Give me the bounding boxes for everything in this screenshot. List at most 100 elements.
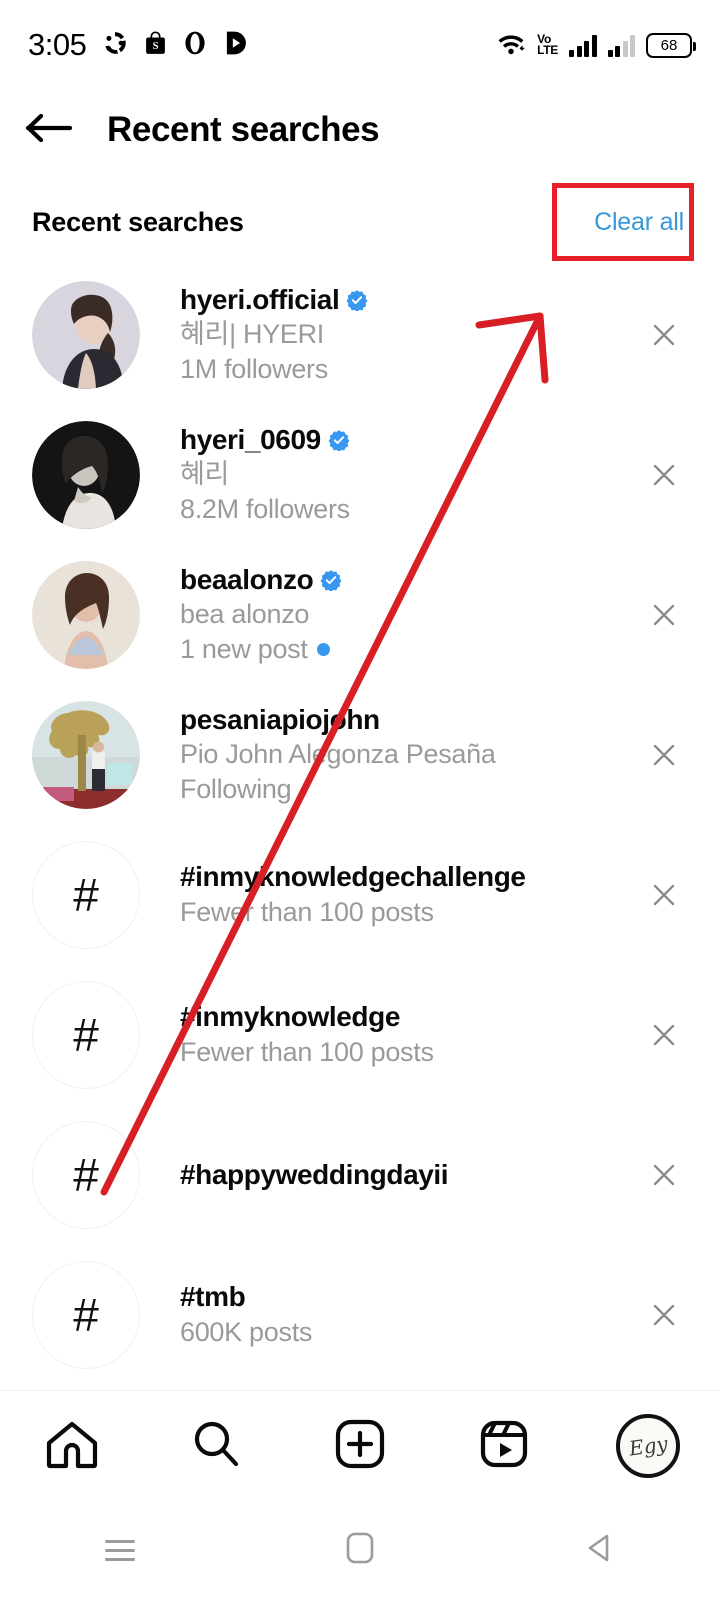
hashtag-icon: # [32,981,140,1089]
volte-icon: Vo LTE [537,31,558,57]
clock: 3:05 [28,27,87,62]
back-button[interactable] [22,108,92,153]
meta-label: 600K posts [180,1316,313,1347]
svg-text:S: S [153,41,159,52]
remove-button[interactable] [636,880,692,910]
remove-button[interactable] [636,1020,692,1050]
username-line: beaalonzo [180,563,636,597]
verified-badge-icon [320,569,342,592]
nav-reels[interactable] [432,1418,576,1475]
battery-icon: 68 [646,32,696,58]
verified-badge-icon [346,289,368,312]
full-name: bea alonzo [180,598,310,629]
meta-label: 8.2M followers [180,494,350,525]
list-item[interactable]: # #tmb 600K posts [0,1245,720,1385]
list-item-text: #inmyknowledge Fewer than 100 posts [180,1000,636,1069]
back-arrow-icon [22,108,74,153]
hashtag-icon: # [32,1261,140,1369]
meta-text: Fewer than 100 posts [180,895,636,930]
full-name: 혜리 [180,458,230,489]
system-recents-button[interactable] [0,1539,240,1561]
meta-label: 1M followers [180,354,328,385]
remove-button[interactable] [636,460,692,490]
search-icon [190,1418,242,1475]
username: pesaniapiojohn [180,703,380,735]
list-item-text: hyeri_0609 혜리 8.2M followers [180,423,636,527]
meta-label: Fewer than 100 posts [180,896,434,927]
system-navigation-bar [0,1500,720,1600]
nav-create[interactable] [288,1418,432,1475]
close-icon [653,884,675,906]
video-player-icon [223,30,248,61]
recents-icon [105,1539,135,1561]
nav-profile[interactable]: Egy [576,1414,720,1478]
meta-text: Following [180,772,636,807]
list-item[interactable]: hyeri.official 혜리| HYERI 1M followers [0,265,720,405]
nav-home[interactable] [0,1419,144,1474]
username: beaalonzo [180,563,314,595]
system-back-button[interactable] [480,1531,720,1570]
back-triangle-icon [583,1531,617,1570]
username-line: hyeri_0609 [180,423,636,457]
list-item-text: #tmb 600K posts [180,1280,636,1349]
list-item[interactable]: # #inmyknowledgechallenge Fewer than 100… [0,825,720,965]
status-bar-right: Vo LTE 68 [496,30,696,61]
hashtag-name: #inmyknowledge [180,1001,401,1033]
verified-badge-icon [328,429,350,452]
system-home-button[interactable] [240,1530,480,1571]
battery-level: 68 [660,36,678,54]
username-line: #happyweddingdayii [180,1158,636,1192]
clear-all-button[interactable]: Clear all [594,208,688,237]
list-item-text: pesaniapiojohn Pio John Alegonza Pesaña … [180,703,636,807]
meta-text: Fewer than 100 posts [180,1035,636,1070]
avatar[interactable] [32,561,140,669]
username-line: pesaniapiojohn [180,703,636,737]
hashtag-name: #inmyknowledgechallenge [180,861,526,893]
list-item[interactable]: beaalonzo bea alonzo 1 new post [0,545,720,685]
username: hyeri_0609 [180,423,321,455]
list-item[interactable]: pesaniapiojohn Pio John Alegonza Pesaña … [0,685,720,825]
profile-monogram: Egy [627,1431,669,1461]
shopee-icon: S [144,30,167,61]
avatar[interactable] [32,281,140,389]
remove-button[interactable] [636,1300,692,1330]
shareit-icon [102,30,128,61]
new-post-dot-icon [316,643,330,657]
nav-search[interactable] [144,1418,288,1475]
close-icon [653,464,675,486]
remove-button[interactable] [636,320,692,350]
avatar[interactable] [32,701,140,809]
profile-avatar: Egy [616,1414,680,1478]
remove-button[interactable] [636,600,692,630]
reels-icon [478,1418,530,1475]
remove-button[interactable] [636,1160,692,1190]
bottom-navigation-bar: Egy [0,1390,720,1501]
wifi-icon [496,30,526,61]
list-item[interactable]: # #inmyknowledge Fewer than 100 posts [0,965,720,1105]
app-bar: Recent searches [0,90,720,170]
username: hyeri.official [180,283,340,315]
remove-button[interactable] [636,740,692,770]
meta-text: 1M followers [180,352,636,387]
home-icon [45,1419,99,1474]
list-item[interactable]: # #happyweddingdayii [0,1105,720,1245]
section-title: Recent searches [32,207,244,237]
close-icon [653,1304,675,1326]
full-name: Pio John Alegonza Pesaña [180,738,496,769]
avatar[interactable] [32,421,140,529]
meta-text: 8.2M followers [180,492,636,527]
recent-searches-section-header: Recent searches Clear all [0,185,720,260]
list-item-text: #happyweddingdayii [180,1158,636,1192]
hashtag-name: #happyweddingdayii [180,1158,449,1190]
meta-text: 600K posts [180,1315,636,1350]
signal-bars-2-icon [607,33,635,57]
list-item-text: beaalonzo bea alonzo 1 new post [180,563,636,667]
create-post-icon [334,1418,386,1475]
meta-label: Following [180,774,292,805]
list-item[interactable]: hyeri_0609 혜리 8.2M followers [0,405,720,545]
recent-searches-list: hyeri.official 혜리| HYERI 1M followers hy… [0,265,720,1385]
meta-label: 1 new post [180,634,308,665]
hashtag-icon: # [32,841,140,949]
hashtag-icon: # [32,1121,140,1229]
page-title: Recent searches [107,110,380,149]
